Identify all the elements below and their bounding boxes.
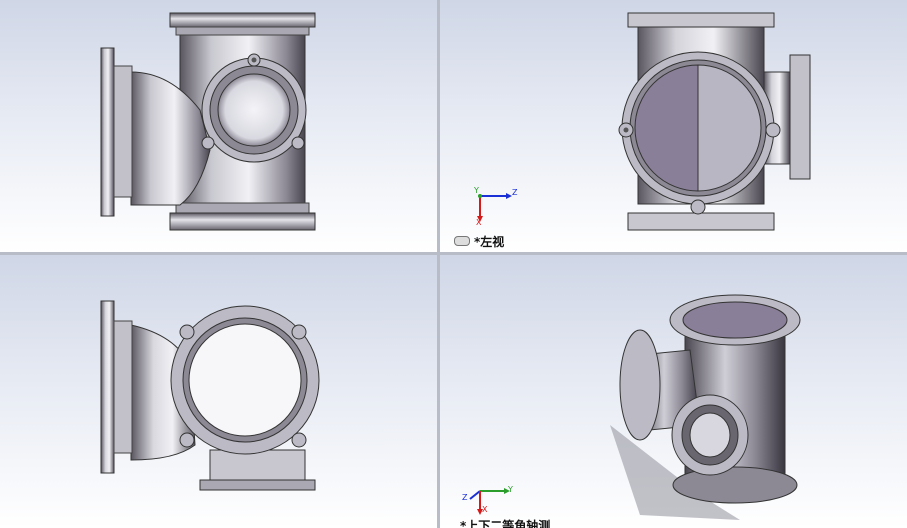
viewport-splitter-horizontal[interactable] [0,252,907,255]
top-view-model [100,300,320,491]
view-name-label: *左视 [474,235,505,249]
triad-x-label: X [482,505,488,514]
orientation-triad: Z Y X [458,477,518,517]
triad-z-label: Z [512,188,518,197]
view-orientation-icon [454,236,470,246]
orientation-triad: Y Z X [468,186,528,227]
viewport-isometric[interactable]: Z Y X *上下二等角轴测 [440,255,907,528]
triad-y-label: Y [474,186,479,195]
triad-z-label: Z [462,493,468,502]
triad-x-label: X [476,218,482,227]
view-name-label: *上下二等角轴测 [460,519,551,528]
front-view-model [100,12,316,231]
viewport-splitter-vertical[interactable] [437,0,440,528]
viewport-left[interactable]: Y Z X *左视 [440,0,907,252]
triad-y-label: Y [508,485,513,494]
viewport-front[interactable] [0,0,437,252]
viewport-top[interactable] [0,255,437,528]
